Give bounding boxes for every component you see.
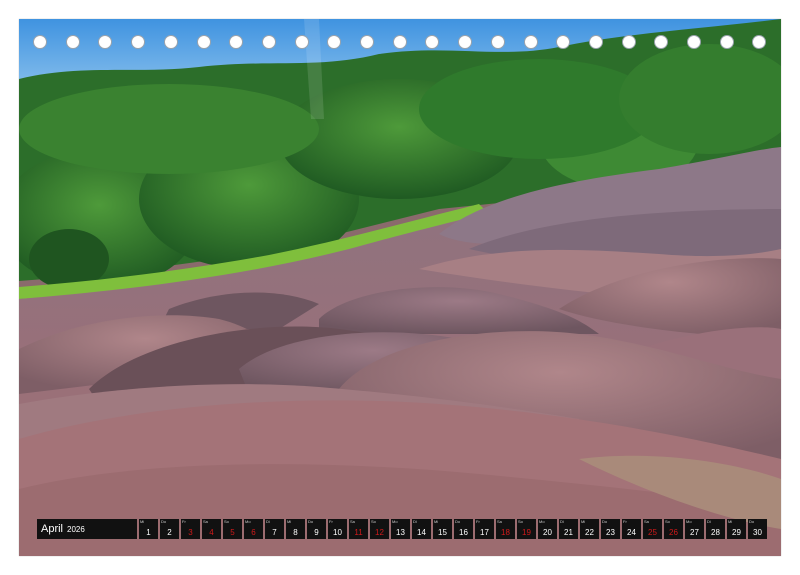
weekday-label: Do	[455, 519, 461, 524]
weekday-label: Di	[707, 519, 711, 524]
calendar-day: Di 7	[265, 519, 284, 539]
weekday-label: Mi	[434, 519, 439, 524]
weekday-label: Fr	[623, 519, 627, 524]
day-number: 10	[333, 528, 342, 537]
weekday-label: Mi	[581, 519, 586, 524]
calendar-day: Sa 25	[643, 519, 662, 539]
weekday-label: Do	[602, 519, 608, 524]
calendar-day: Do 16	[454, 519, 473, 539]
calendar-day: Mo 27	[685, 519, 704, 539]
day-number: 25	[648, 528, 657, 537]
calendar-day: Fr 24	[622, 519, 641, 539]
calendar-day: Mi 15	[433, 519, 452, 539]
calendar-day: Do 23	[601, 519, 620, 539]
weekday-label: So	[665, 519, 670, 524]
day-number: 1	[146, 528, 151, 537]
calendar-day: Sa 11	[349, 519, 368, 539]
weekday-label: Mi	[287, 519, 292, 524]
calendar-day: Fr 3	[181, 519, 200, 539]
weekday-label: Di	[266, 519, 270, 524]
weekday-label: Mo	[686, 519, 692, 524]
weekday-label: Fr	[329, 519, 333, 524]
calendar-day: Do 9	[307, 519, 326, 539]
day-number: 7	[272, 528, 277, 537]
day-number: 19	[522, 528, 531, 537]
weekday-label: Sa	[203, 519, 208, 524]
day-number: 23	[606, 528, 615, 537]
landscape-photo	[19, 19, 781, 556]
day-number: 5	[230, 528, 235, 537]
weekday-label: So	[518, 519, 523, 524]
day-number: 28	[711, 528, 720, 537]
month-name: April	[41, 523, 64, 535]
calendar-day: Mi 1	[139, 519, 158, 539]
day-number: 29	[732, 528, 741, 537]
day-number: 16	[459, 528, 468, 537]
calendar-day: So 12	[370, 519, 389, 539]
calendar-day: Mo 13	[391, 519, 410, 539]
weekday-label: Do	[308, 519, 314, 524]
calendar-day: Mo 20	[538, 519, 557, 539]
day-number: 12	[375, 528, 384, 537]
weekday-label: Mo	[392, 519, 398, 524]
day-number: 18	[501, 528, 510, 537]
calendar-day: Fr 10	[328, 519, 347, 539]
day-number: 30	[753, 528, 762, 537]
calendar-day: Fr 17	[475, 519, 494, 539]
calendar-day: So 19	[517, 519, 536, 539]
weekday-label: Do	[161, 519, 167, 524]
calendar-day: Do 30	[748, 519, 767, 539]
calendar-sheet	[19, 19, 781, 556]
day-number: 22	[585, 528, 594, 537]
calendar-day: So 26	[664, 519, 683, 539]
day-number: 4	[209, 528, 214, 537]
day-number: 9	[314, 528, 319, 537]
calendar-day: Mi 22	[580, 519, 599, 539]
weekday-label: Mo	[245, 519, 251, 524]
weekday-label: Di	[413, 519, 417, 524]
weekday-label: Sa	[497, 519, 502, 524]
day-number: 17	[480, 528, 489, 537]
weekday-label: Mi	[140, 519, 145, 524]
calendar-day: Di 21	[559, 519, 578, 539]
day-number: 11	[354, 528, 363, 537]
weekday-label: Do	[749, 519, 755, 524]
day-number: 26	[669, 528, 678, 537]
calendar-day: Di 14	[412, 519, 431, 539]
calendar-day: Do 2	[160, 519, 179, 539]
calendar-day: Mi 29	[727, 519, 746, 539]
weekday-label: Mo	[539, 519, 545, 524]
weekday-label: So	[224, 519, 229, 524]
day-number: 3	[188, 528, 193, 537]
day-number: 24	[627, 528, 636, 537]
calendar-day: Mi 8	[286, 519, 305, 539]
calendar-day: So 5	[223, 519, 242, 539]
day-number: 20	[543, 528, 552, 537]
calendar-day: Sa 18	[496, 519, 515, 539]
day-number: 6	[251, 528, 256, 537]
weekday-label: Sa	[644, 519, 649, 524]
weekday-label: Fr	[182, 519, 186, 524]
day-number: 27	[690, 528, 699, 537]
calendar-strip: April 2026 Mi 1 Do 2 Fr 3 Sa 4 So 5 Mo 6 Di 7 Mi 8 Do 9 Fr…	[37, 519, 767, 539]
month-label: April 2026	[37, 519, 137, 539]
day-number: 8	[293, 528, 298, 537]
year-label: 2026	[67, 524, 85, 534]
day-number: 15	[438, 528, 447, 537]
weekday-label: Sa	[350, 519, 355, 524]
calendar-day: Di 28	[706, 519, 725, 539]
weekday-label: Mi	[728, 519, 733, 524]
weekday-label: So	[371, 519, 376, 524]
day-number: 21	[564, 528, 573, 537]
day-number: 14	[417, 528, 426, 537]
weekday-label: Di	[560, 519, 564, 524]
calendar-day: Sa 4	[202, 519, 221, 539]
day-number: 2	[167, 528, 172, 537]
day-number: 13	[396, 528, 405, 537]
calendar-day: Mo 6	[244, 519, 263, 539]
weekday-label: Fr	[476, 519, 480, 524]
